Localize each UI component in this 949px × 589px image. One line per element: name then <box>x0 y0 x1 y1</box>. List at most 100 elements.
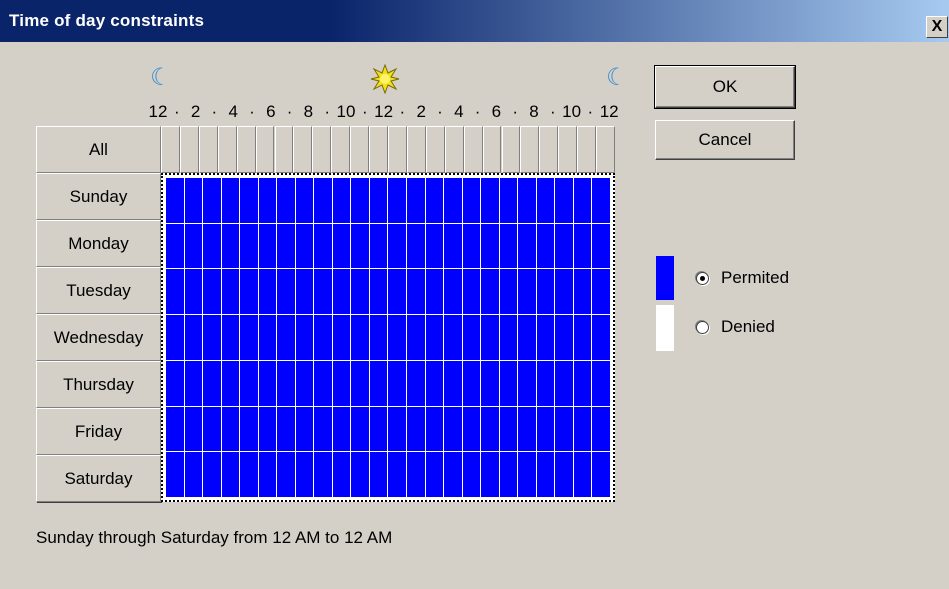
hour-cell[interactable] <box>277 315 295 360</box>
hour-cell[interactable] <box>314 315 332 360</box>
hour-cell[interactable] <box>295 406 314 452</box>
hour-cell[interactable] <box>407 452 425 497</box>
denied-radio[interactable] <box>696 320 709 334</box>
hour-cell[interactable] <box>425 178 444 223</box>
hour-cell[interactable] <box>425 269 444 315</box>
hour-cell[interactable] <box>351 406 369 452</box>
hour-cell[interactable] <box>388 178 407 223</box>
hour-cell[interactable] <box>555 269 573 315</box>
day-button-saturday[interactable]: Saturday <box>36 455 161 502</box>
hour-cell[interactable] <box>332 269 351 315</box>
hour-cell[interactable] <box>555 360 573 406</box>
hour-cell[interactable] <box>369 223 388 269</box>
hour-cell[interactable] <box>258 452 277 497</box>
hour-cell[interactable] <box>295 452 314 497</box>
hour-cell[interactable] <box>277 269 295 315</box>
hour-cell[interactable] <box>536 178 555 223</box>
hour-cell[interactable] <box>407 406 425 452</box>
hour-cell[interactable] <box>518 360 536 406</box>
hour-column-button[interactable] <box>312 126 332 173</box>
hour-cell[interactable] <box>388 406 407 452</box>
hour-column-button[interactable] <box>350 126 370 173</box>
hour-column-button[interactable] <box>293 126 313 173</box>
denied-radio-option[interactable]: Denied <box>696 317 775 337</box>
hour-cell[interactable] <box>536 223 555 269</box>
hour-cell[interactable] <box>240 406 258 452</box>
hour-column-button[interactable] <box>463 126 483 173</box>
hour-cell[interactable] <box>425 406 444 452</box>
hour-cell[interactable] <box>407 269 425 315</box>
hour-cell[interactable] <box>388 360 407 406</box>
hour-cell[interactable] <box>184 452 203 497</box>
hour-cell[interactable] <box>518 178 536 223</box>
hour-cell[interactable] <box>258 223 277 269</box>
hour-cell[interactable] <box>166 315 184 360</box>
hour-cell[interactable] <box>166 178 184 223</box>
hour-cell[interactable] <box>240 360 258 406</box>
hour-cell[interactable] <box>295 223 314 269</box>
hour-cell[interactable] <box>351 360 369 406</box>
hour-cell[interactable] <box>518 452 536 497</box>
hour-cell[interactable] <box>314 223 332 269</box>
hour-cell[interactable] <box>592 452 610 497</box>
permitted-radio-option[interactable]: Permited <box>696 268 789 288</box>
hour-cell[interactable] <box>258 360 277 406</box>
hour-cell[interactable] <box>425 452 444 497</box>
hour-column-button[interactable] <box>596 126 615 173</box>
hour-cell[interactable] <box>166 223 184 269</box>
ok-button[interactable]: OK <box>654 65 796 109</box>
hour-cell[interactable] <box>481 269 499 315</box>
hour-cell[interactable] <box>518 223 536 269</box>
hour-cell[interactable] <box>592 269 610 315</box>
hour-cell[interactable] <box>295 269 314 315</box>
hour-cell[interactable] <box>407 223 425 269</box>
hour-cell[interactable] <box>369 452 388 497</box>
hour-cell[interactable] <box>573 452 592 497</box>
day-button-thursday[interactable]: Thursday <box>36 361 161 408</box>
hour-cell[interactable] <box>221 178 240 223</box>
hour-column-button[interactable] <box>406 126 426 173</box>
hour-cell[interactable] <box>462 269 481 315</box>
hour-cell[interactable] <box>592 360 610 406</box>
hour-cell[interactable] <box>166 269 184 315</box>
hour-cell[interactable] <box>536 269 555 315</box>
hour-cell[interactable] <box>573 406 592 452</box>
hour-cell[interactable] <box>332 178 351 223</box>
hour-cell[interactable] <box>203 178 221 223</box>
hour-cell[interactable] <box>462 223 481 269</box>
hour-cell[interactable] <box>425 223 444 269</box>
hour-cell[interactable] <box>221 315 240 360</box>
hour-cell[interactable] <box>499 178 518 223</box>
hour-cell[interactable] <box>407 178 425 223</box>
hour-column-button[interactable] <box>482 126 502 173</box>
hour-cell[interactable] <box>536 315 555 360</box>
hour-cell[interactable] <box>444 452 462 497</box>
hour-cell[interactable] <box>444 360 462 406</box>
hour-column-button[interactable] <box>217 126 237 173</box>
hour-cell[interactable] <box>444 269 462 315</box>
hour-cell[interactable] <box>332 406 351 452</box>
all-button[interactable]: All <box>36 126 161 173</box>
day-button-sunday[interactable]: Sunday <box>36 173 161 220</box>
hour-cell[interactable] <box>481 452 499 497</box>
hour-cell[interactable] <box>573 223 592 269</box>
hour-column-button[interactable] <box>331 126 351 173</box>
hour-cell[interactable] <box>203 269 221 315</box>
hour-cell[interactable] <box>351 315 369 360</box>
hour-cell[interactable] <box>351 452 369 497</box>
hour-cell[interactable] <box>407 360 425 406</box>
hour-cell[interactable] <box>481 178 499 223</box>
hour-cell[interactable] <box>555 223 573 269</box>
hour-cell[interactable] <box>444 223 462 269</box>
hour-cell[interactable] <box>221 360 240 406</box>
hour-cell[interactable] <box>184 178 203 223</box>
hour-cell[interactable] <box>388 315 407 360</box>
hour-cell[interactable] <box>369 178 388 223</box>
hour-cell[interactable] <box>332 360 351 406</box>
hour-cell[interactable] <box>555 452 573 497</box>
hour-cell[interactable] <box>462 452 481 497</box>
hour-cell[interactable] <box>184 406 203 452</box>
hour-cell[interactable] <box>277 406 295 452</box>
hour-cell[interactable] <box>369 360 388 406</box>
hour-cell[interactable] <box>166 452 184 497</box>
